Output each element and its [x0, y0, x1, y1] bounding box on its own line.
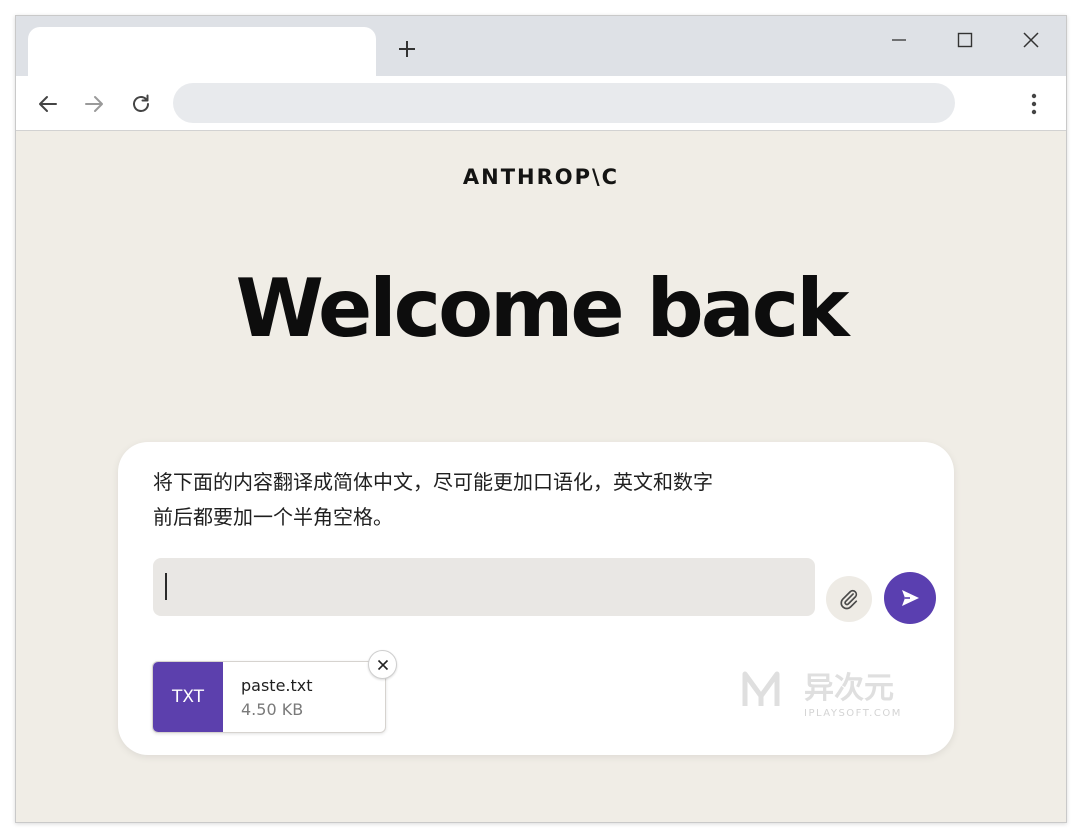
- close-window-button[interactable]: [1011, 24, 1051, 56]
- maximize-button[interactable]: [945, 24, 985, 56]
- browser-window: ANTHROP\C Welcome back 将下面的内容翻译成简体中文，尽可能…: [15, 15, 1067, 823]
- maximize-icon: [957, 32, 973, 48]
- new-tab-button[interactable]: [394, 36, 420, 62]
- kebab-menu-icon: [1031, 93, 1037, 115]
- back-button[interactable]: [33, 89, 63, 119]
- brand-logo: ANTHROP\C: [462, 165, 620, 189]
- plus-icon: [399, 41, 415, 57]
- file-size: 4.50 KB: [241, 700, 304, 719]
- prompt-line: 前后都要加一个半角空格。: [153, 505, 393, 529]
- text-caret: [165, 573, 167, 600]
- minimize-icon: [892, 39, 906, 41]
- tab-strip: [16, 16, 1066, 76]
- arrow-left-icon: [39, 96, 57, 112]
- attach-file-button[interactable]: [826, 576, 872, 622]
- watermark-text-cn: 异次元: [804, 671, 894, 706]
- prompt-text: 将下面的内容翻译成简体中文，尽可能更加口语化，英文和数字 前后都要加一个半角空格…: [153, 465, 853, 535]
- page-title: Welcome back: [235, 262, 850, 355]
- close-icon: [377, 659, 388, 670]
- address-bar[interactable]: [173, 83, 955, 123]
- arrow-right-icon: [85, 96, 103, 112]
- file-name: paste.txt: [241, 676, 313, 695]
- file-type-badge: TXT: [153, 662, 223, 732]
- chat-card: 将下面的内容翻译成简体中文，尽可能更加口语化，英文和数字 前后都要加一个半角空格…: [118, 442, 954, 755]
- reload-icon: [133, 94, 149, 112]
- browser-tab[interactable]: [28, 27, 376, 76]
- close-icon: [1023, 32, 1039, 48]
- watermark-text-en: IPLAYSOFT.COM: [804, 708, 902, 719]
- paperclip-icon: [840, 589, 858, 610]
- forward-button[interactable]: [79, 89, 109, 119]
- page-content: ANTHROP\C Welcome back 将下面的内容翻译成简体中文，尽可能…: [16, 131, 1066, 822]
- prompt-line: 将下面的内容翻译成简体中文，尽可能更加口语化，英文和数字: [153, 470, 713, 494]
- remove-attachment-button[interactable]: [368, 650, 397, 679]
- minimize-button[interactable]: [879, 24, 919, 56]
- file-attachment[interactable]: TXT paste.txt 4.50 KB: [152, 661, 386, 733]
- message-input[interactable]: [153, 558, 815, 616]
- reload-button[interactable]: [126, 89, 156, 119]
- browser-toolbar: [16, 76, 1066, 131]
- send-icon: [902, 590, 919, 606]
- send-button[interactable]: [884, 572, 936, 624]
- watermark-logo: 异次元 IPLAYSOFT.COM: [742, 671, 902, 719]
- browser-menu-button[interactable]: [1020, 89, 1048, 119]
